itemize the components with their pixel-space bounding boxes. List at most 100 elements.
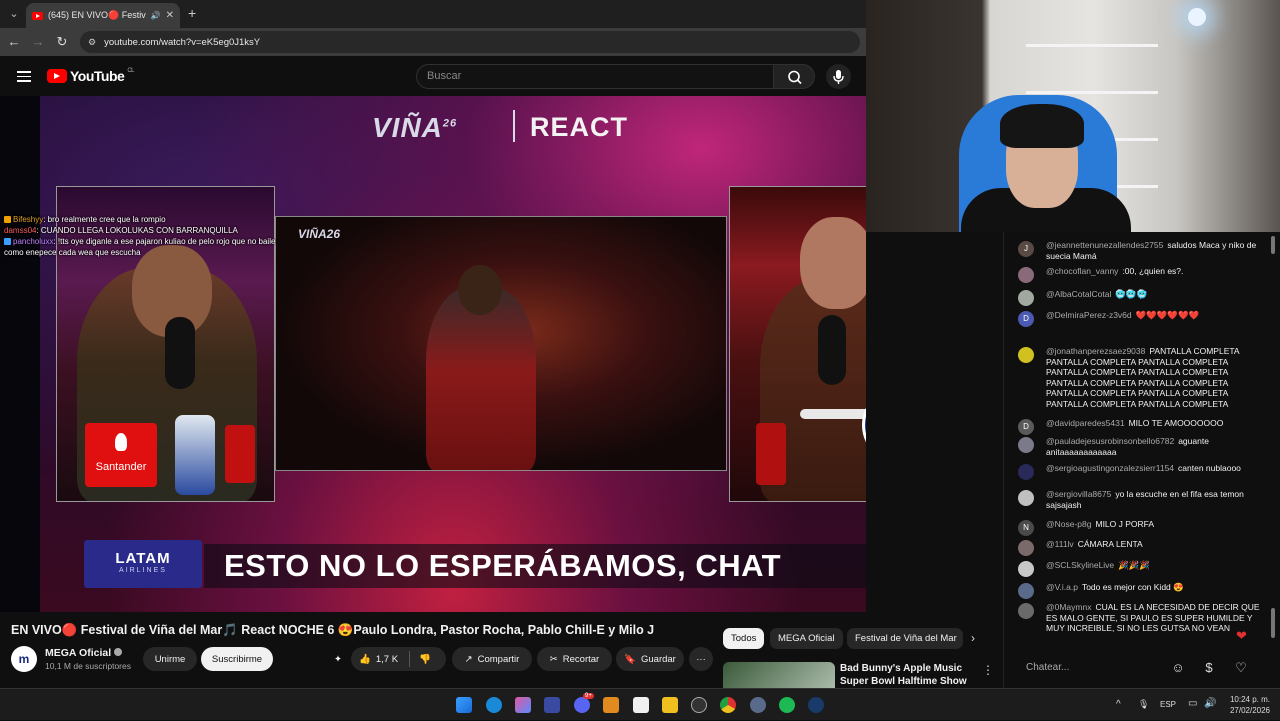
emoji-icon[interactable]: ☺: [1170, 660, 1186, 676]
heart-icon[interactable]: ♡: [1233, 660, 1249, 676]
related-more-icon[interactable]: ⋮: [982, 663, 994, 677]
super-chat-icon[interactable]: $: [1201, 660, 1217, 676]
steam-icon[interactable]: [808, 697, 824, 713]
chat-author[interactable]: @DelmiraPerez-z3v6d: [1046, 310, 1132, 320]
menu-icon[interactable]: [17, 71, 31, 82]
clip-button[interactable]: ✂ Recortar: [537, 647, 612, 671]
chat-avatar[interactable]: [1018, 464, 1034, 480]
app-icon[interactable]: [603, 697, 619, 713]
chat-avatar[interactable]: [1018, 603, 1034, 619]
chat-message[interactable]: @pauladejesusrobinsonbello6782 aguante an…: [1018, 436, 1264, 457]
related-video-thumbnail[interactable]: [723, 662, 835, 688]
chat-avatar[interactable]: D: [1018, 419, 1034, 435]
chat-message[interactable]: @AlbaCotalCotal 🥶🥶🥶: [1018, 289, 1264, 306]
chips-next-icon[interactable]: ›: [971, 631, 975, 645]
voice-search-button[interactable]: [826, 64, 851, 89]
chat-avatar[interactable]: [1018, 347, 1034, 363]
spotify-icon[interactable]: [779, 697, 795, 713]
reload-icon[interactable]: ↻: [54, 34, 70, 50]
chat-author[interactable]: @SCLSkylineLive: [1046, 560, 1114, 570]
search-input[interactable]: Buscar: [416, 64, 774, 89]
browser-tab-active[interactable]: (645) EN VIVO🔴 Festival de 🔊 ✕: [26, 3, 180, 28]
chat-author[interactable]: @V.i.a.p: [1046, 582, 1078, 592]
video-player[interactable]: VIÑA26 REACT VIÑA26 Santander paris cenc…: [0, 96, 866, 612]
hype-icon[interactable]: ✦: [327, 647, 349, 671]
chat-avatar[interactable]: [1018, 267, 1034, 283]
start-icon[interactable]: [456, 697, 472, 713]
folder-icon[interactable]: [662, 697, 678, 713]
chat-author[interactable]: @davidparedes5431: [1046, 418, 1125, 428]
chat-avatar[interactable]: [1018, 540, 1034, 556]
share-button[interactable]: ↗ Compartir: [452, 647, 532, 671]
chat-author[interactable]: @Nose-p8g: [1046, 519, 1091, 529]
chip-mega-oficial[interactable]: MEGA Oficial: [770, 628, 843, 649]
chat-avatar[interactable]: [1018, 561, 1034, 577]
save-button[interactable]: 🔖 Guardar: [616, 647, 684, 671]
settings-icon[interactable]: [750, 697, 766, 713]
subscribe-button[interactable]: Suscribirme: [201, 647, 273, 671]
chat-message[interactable]: D @DelmiraPerez-z3v6d ❤️❤️❤️❤️❤️❤️: [1018, 310, 1264, 327]
forward-icon[interactable]: →: [30, 34, 46, 50]
app-icon[interactable]: [544, 697, 560, 713]
chip-festival[interactable]: Festival de Viña del Mar: [847, 628, 963, 649]
chat-author[interactable]: @chocoflan_vanny: [1046, 266, 1118, 276]
chrome-icon[interactable]: [720, 697, 736, 713]
chat-author[interactable]: @jeannettenunezallendes2755: [1046, 240, 1163, 250]
discord-icon[interactable]: [574, 697, 590, 713]
volume-icon[interactable]: 🔊: [1204, 698, 1216, 709]
edge-icon[interactable]: [486, 697, 502, 713]
chat-message[interactable]: @chocoflan_vanny:00, ¿quien es?.: [1018, 266, 1264, 283]
chat-input[interactable]: Chatear...: [1018, 656, 1156, 680]
chat-author[interactable]: @sergioagustingonzalezsierr1154: [1046, 463, 1174, 473]
chat-message[interactable]: J @jeannettenunezallendes2755 saludos Maca…: [1018, 240, 1264, 261]
mic-tray-icon[interactable]: 🎙: [1138, 699, 1149, 710]
scrollbar-thumb-top[interactable]: [1271, 236, 1275, 254]
chat-author[interactable]: @pauladejesusrobinsonbello6782: [1046, 436, 1174, 446]
chat-author[interactable]: @0Maymnx: [1046, 602, 1091, 612]
chat-message[interactable]: @0Maymnx CUAL ES LA NECESIDAD DE DECIR QU…: [1018, 602, 1264, 634]
new-tab-button[interactable]: +: [188, 5, 196, 21]
obs-icon[interactable]: [691, 697, 707, 713]
chat-avatar[interactable]: D: [1018, 311, 1034, 327]
chat-message[interactable]: @SCLSkylineLive 🎉🎉🎉: [1018, 560, 1264, 577]
chat-message[interactable]: @V.i.a.p Todo es mejor con Kidd 😍: [1018, 582, 1264, 599]
tray-chevron-icon[interactable]: ^: [1116, 699, 1121, 710]
chat-avatar[interactable]: [1018, 437, 1034, 453]
like-icon[interactable]: 👍: [359, 654, 371, 665]
site-info-icon[interactable]: ⚙: [88, 37, 96, 48]
chat-author[interactable]: @sergiovilla8675: [1046, 489, 1111, 499]
chat-message[interactable]: D @davidparedes5431 MILO TE AMOOOOOOO: [1018, 418, 1264, 435]
chip-all[interactable]: Todos: [723, 628, 765, 649]
scrollbar-thumb[interactable]: [1271, 608, 1275, 638]
chat-avatar[interactable]: [1018, 583, 1034, 599]
back-icon[interactable]: ←: [6, 34, 22, 50]
copilot-icon[interactable]: [515, 697, 531, 713]
chat-author[interactable]: @111lv: [1046, 539, 1074, 549]
chat-avatar[interactable]: [1018, 490, 1034, 506]
chat-scrollbar[interactable]: [1270, 236, 1276, 640]
chat-author[interactable]: @jonathanperezsaez9038: [1046, 346, 1145, 356]
chat-message[interactable]: @sergioagustingonzalezsierr1154 canten nu…: [1018, 463, 1264, 480]
channel-avatar[interactable]: m: [11, 646, 37, 672]
file-icon[interactable]: [633, 697, 649, 713]
chat-avatar[interactable]: [1018, 290, 1034, 306]
related-video-title[interactable]: Bad Bunny's Apple Music Super Bowl Halft…: [840, 662, 978, 688]
youtube-logo[interactable]: YouTube CL: [47, 68, 134, 84]
chat-message[interactable]: @jonathanperezsaez9038 PANTALLA COMPLETA …: [1018, 346, 1264, 409]
speaker-icon[interactable]: 🔊: [151, 11, 161, 20]
tab-list-button[interactable]: ⌄: [6, 6, 22, 22]
join-button[interactable]: Unirme: [143, 647, 197, 671]
chat-message[interactable]: @111lv CÁMARA LENTA: [1018, 539, 1264, 556]
chat-avatar[interactable]: J: [1018, 241, 1034, 257]
chat-avatar[interactable]: N: [1018, 520, 1034, 536]
language-indicator[interactable]: ESP: [1160, 700, 1176, 709]
like-count[interactable]: 1,7 K: [376, 654, 398, 665]
taskbar-clock[interactable]: 10:24 p. m. 27/02/2026: [1226, 694, 1270, 716]
close-tab-icon[interactable]: ✕: [166, 10, 174, 21]
more-actions-button[interactable]: ···: [689, 647, 713, 671]
dislike-icon[interactable]: 👎: [419, 654, 431, 665]
chat-author[interactable]: @AlbaCotalCotal: [1046, 289, 1111, 299]
chat-message[interactable]: N @Nose-p8g MILO J PORFA: [1018, 519, 1264, 536]
search-button[interactable]: [773, 64, 815, 89]
channel-name-link[interactable]: MEGA Oficial: [45, 647, 123, 659]
